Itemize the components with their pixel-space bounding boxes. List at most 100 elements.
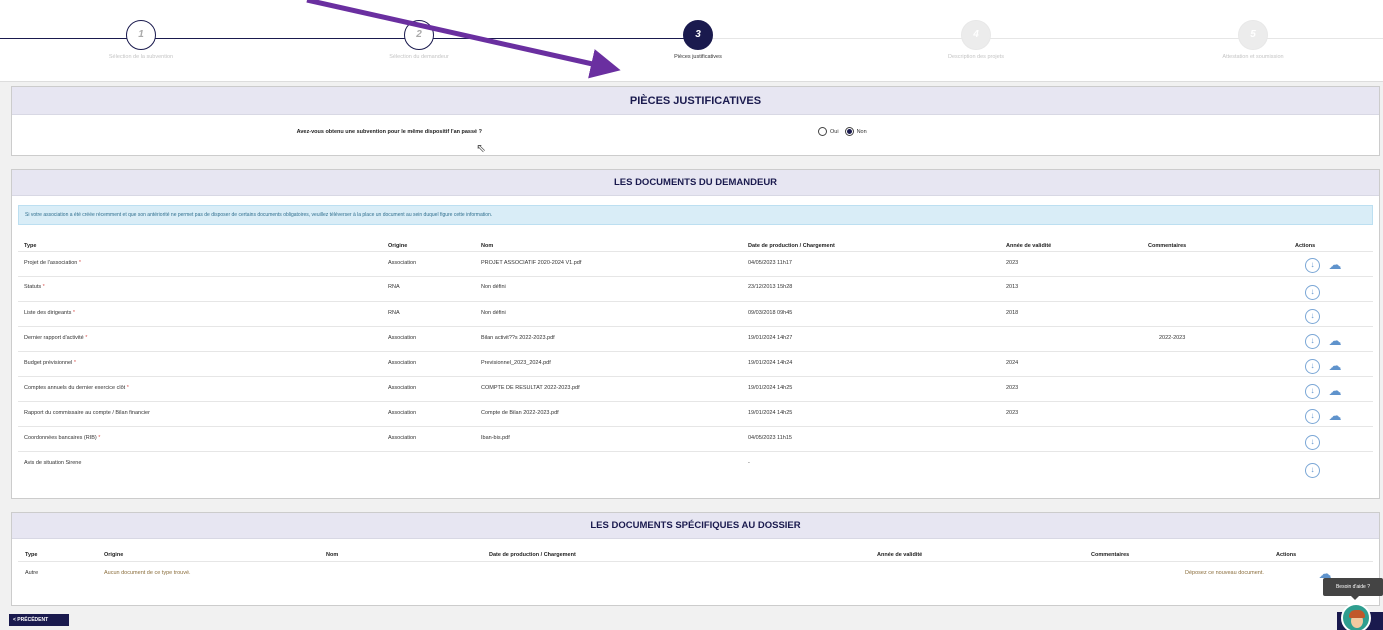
row-annee: 2023 [1006,385,1019,391]
row-date: 19/01/2024 14h24 [748,360,793,366]
row-type: Rapport du commissaire au compte / Bilan… [24,410,150,416]
step-3-label: Pièces justificatives [674,54,722,60]
download-icon[interactable]: ↓ [1305,435,1320,450]
question-label: Avez-vous obtenu une subvention pour le … [296,129,482,135]
row-origine: Association [388,335,417,341]
col-type: Type [24,243,37,249]
download-icon[interactable]: ↓ [1305,334,1320,349]
step-4[interactable]: 4 Description des projets [886,20,1066,60]
row-date: 23/12/2013 15h28 [748,284,793,290]
row-nom: Previsionnel_2023_2024.pdf [481,360,551,366]
row-nom: Non défini [481,284,506,290]
upload-new-document-link[interactable]: Déposez ce nouveau document. [1185,570,1264,576]
row-date: 19/01/2024 14h25 [748,385,793,391]
step-2-label: Sélection du demandeur [389,54,449,60]
download-icon[interactable]: ↓ [1305,384,1320,399]
row-date: 19/01/2024 14h27 [748,335,793,341]
row-type: Liste des dirigeants * [24,310,76,316]
row-nom: PROJET ASSOCIATIF 2020-2024 V1.pdf [481,260,582,266]
row-annee: 2018 [1006,310,1019,316]
row-origine: Association [388,410,417,416]
step-5[interactable]: 5 Attestation et soumission [1163,20,1343,60]
required-star: * [78,260,82,266]
col-commentaires: Commentaires [1091,552,1130,558]
pieces-justificatives-card: PIÈCES JUSTIFICATIVES Avez-vous obtenu u… [11,86,1380,156]
row-annee: 2013 [1006,284,1019,290]
subsidy-radio-group: Oui Non [818,127,867,136]
previous-button[interactable]: < PRÉCÉDENT [9,614,69,626]
row-nom: Non défini [481,310,506,316]
download-icon[interactable]: ↓ [1305,285,1320,300]
col-nom: Nom [326,552,339,558]
row-origine: Association [388,385,417,391]
row-origine: Association [388,260,417,266]
row-divider [18,276,1373,277]
col-date: Date de production / Chargement [489,552,576,558]
download-icon[interactable]: ↓ [1305,359,1320,374]
required-star: * [73,360,76,366]
row-annee: 2023 [1006,260,1019,266]
step-5-label: Attestation et soumission [1222,54,1284,60]
row-nom: Bilan activit??s 2022-2023.pdf [481,335,555,341]
radio-non-label[interactable]: Non [857,129,867,135]
documents-specifiques-card: LES DOCUMENTS SPÉCIFIQUES AU DOSSIER Typ… [11,512,1380,606]
col-annee: Année de validité [877,552,923,558]
row-type: Budget prévisionnel * [24,360,76,366]
mouse-cursor-icon: ⇖ [476,141,487,155]
previous-subsidy-question: Avez-vous obtenu une subvention pour le … [12,115,1379,153]
upload-cloud-icon[interactable]: ☁ [1326,408,1344,423]
row-type: Autre [25,570,39,576]
upload-cloud-icon[interactable]: ☁ [1326,383,1344,398]
download-icon[interactable]: ↓ [1305,463,1320,478]
radio-non[interactable] [844,127,854,136]
radio-oui[interactable] [818,127,827,136]
no-document-message: Aucun document de ce type trouvé. [104,570,191,576]
avatar-hair [1349,610,1365,618]
upload-cloud-icon[interactable]: ☁ [1326,358,1344,373]
step-1-label: Sélection de la subvention [108,54,174,60]
row-type: Statuts * [24,284,45,290]
row-annee: 2023 [1006,410,1019,416]
upload-cloud-icon[interactable]: ☁ [1326,333,1344,348]
upload-cloud-icon[interactable]: ☁ [1326,257,1344,272]
col-nom: Nom [481,243,494,249]
step-2[interactable]: 2 Sélection du demandeur [329,20,509,60]
required-star: * [42,284,45,290]
step-3-circle: 3 [683,20,713,50]
row-divider [18,326,1373,327]
row-divider [18,401,1373,402]
step-1-circle: 1 [126,20,156,50]
row-date: - [748,460,750,466]
row-nom: Iban-bis.pdf [481,435,510,441]
row-divider [18,376,1373,377]
download-icon[interactable]: ↓ [1305,409,1320,424]
help-tooltip: Besoin d'aide ? [1323,578,1383,600]
row-type: Comptes annuels du dernier exercice clôt… [24,385,129,391]
radio-oui-label[interactable]: Oui [830,129,839,135]
row-annee: 2024 [1006,360,1019,366]
download-icon[interactable]: ↓ [1305,258,1320,273]
help-assistant-avatar[interactable] [1341,603,1371,630]
row-divider [18,426,1373,427]
header-divider [18,561,1373,562]
row-date: 04/05/2023 11h15 [748,435,792,441]
step-4-label: Description des projets [948,54,1004,60]
demandeur-title: LES DOCUMENTS DU DEMANDEUR [12,170,1379,196]
download-icon[interactable]: ↓ [1305,309,1320,324]
row-origine: Association [388,435,417,441]
row-type: Coordonnées bancaires (RIB) * [24,435,101,441]
row-divider [18,351,1373,352]
row-type: Avis de situation Sirene [24,460,82,466]
header-divider [18,251,1373,252]
step-3[interactable]: 3 Pièces justificatives [608,20,788,60]
specifiques-title: LES DOCUMENTS SPÉCIFIQUES AU DOSSIER [12,513,1379,539]
col-date: Date de production / Chargement [748,243,835,249]
row-date: 19/01/2024 14h25 [748,410,793,416]
row-type: Dernier rapport d'activité * [24,335,88,341]
documents-demandeur-card: LES DOCUMENTS DU DEMANDEUR Si votre asso… [11,169,1380,499]
row-date: 09/03/2018 09h45 [748,310,793,316]
col-commentaires: Commentaires [1148,243,1187,249]
step-2-circle: 2 [404,20,434,50]
col-annee: Année de validité [1006,243,1052,249]
step-1[interactable]: 1 Sélection de la subvention [51,20,231,60]
